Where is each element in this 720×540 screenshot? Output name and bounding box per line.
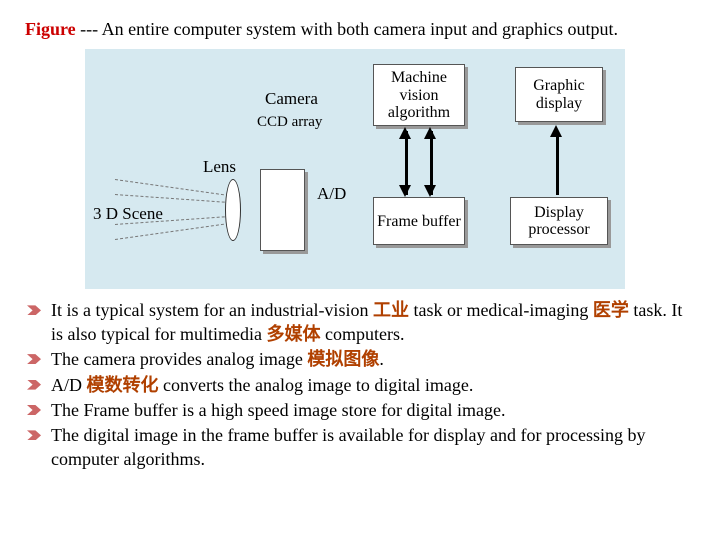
cjk-text: 工业 bbox=[373, 300, 409, 320]
system-diagram: 3 D Scene Lens Camera CCD array A/D Mach… bbox=[85, 49, 625, 289]
text: . bbox=[379, 349, 384, 369]
arrow-up-icon bbox=[424, 127, 436, 139]
ray-line bbox=[115, 179, 224, 195]
list-item: The digital image in the frame buffer is… bbox=[25, 424, 695, 471]
mva-box: Machine vision algorithm bbox=[373, 64, 465, 126]
arrow-down-icon bbox=[424, 185, 436, 197]
cjk-text: 医学 bbox=[593, 300, 629, 320]
text: The camera provides analog image bbox=[51, 349, 307, 369]
lens-icon bbox=[225, 179, 241, 241]
ccd-label: CCD array bbox=[257, 114, 322, 131]
text: The Frame buffer is a high speed image s… bbox=[51, 400, 506, 420]
notes-list: It is a typical system for an industrial… bbox=[25, 299, 695, 471]
cjk-text: 模数转化 bbox=[87, 375, 159, 395]
text: converts the analog image to digital ima… bbox=[159, 375, 474, 395]
arrow-shaft bbox=[556, 131, 559, 195]
cjk-text: 模拟图像 bbox=[307, 349, 379, 369]
text: A/D bbox=[51, 375, 87, 395]
figure-label: Figure bbox=[25, 19, 76, 39]
camera-label: Camera bbox=[265, 89, 318, 109]
ray-line bbox=[115, 224, 224, 240]
fb-text: Frame buffer bbox=[377, 213, 461, 231]
arrow-up-icon bbox=[399, 127, 411, 139]
ccd-box bbox=[260, 169, 305, 251]
list-item: A/D 模数转化 converts the analog image to di… bbox=[25, 374, 695, 397]
caption-text: --- An entire computer system with both … bbox=[76, 19, 618, 39]
lens-label: Lens bbox=[203, 157, 236, 177]
graphic-display-box: Graphic display bbox=[515, 67, 603, 122]
gd-text: Graphic display bbox=[518, 77, 600, 112]
cjk-text: 多媒体 bbox=[266, 324, 320, 344]
list-item: It is a typical system for an industrial… bbox=[25, 299, 695, 346]
text: The digital image in the frame buffer is… bbox=[51, 425, 645, 468]
frame-buffer-box: Frame buffer bbox=[373, 197, 465, 245]
text: task or medical-imaging bbox=[409, 300, 593, 320]
text: computers. bbox=[320, 324, 404, 344]
list-item: The camera provides analog image 模拟图像. bbox=[25, 348, 695, 371]
ray-line bbox=[115, 194, 225, 203]
mva-text: Machine vision algorithm bbox=[376, 69, 462, 122]
dp-text: Display processor bbox=[513, 204, 605, 239]
list-item: The Frame buffer is a high speed image s… bbox=[25, 399, 695, 422]
display-processor-box: Display processor bbox=[510, 197, 608, 245]
text: It is a typical system for an industrial… bbox=[51, 300, 373, 320]
ad-label: A/D bbox=[317, 184, 346, 204]
arrow-up-icon bbox=[550, 125, 562, 137]
arrow-down-icon bbox=[399, 185, 411, 197]
figure-caption: Figure --- An entire computer system wit… bbox=[25, 18, 695, 41]
